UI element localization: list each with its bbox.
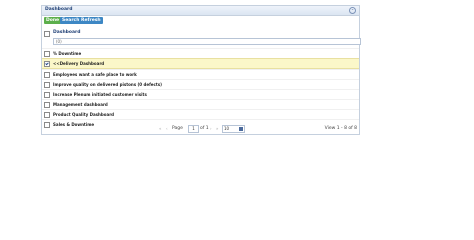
- record-count: View 1 - 8 of 8: [324, 126, 357, 131]
- table-row[interactable]: Employees want a safe place to work: [42, 69, 359, 79]
- done-button[interactable]: Done: [44, 17, 62, 24]
- page-input[interactable]: 1: [188, 125, 199, 133]
- table-row[interactable]: Product Quality Dashboard: [42, 109, 359, 119]
- row-checkbox[interactable]: [44, 82, 50, 88]
- panel-titlebar: Dashboard ⌃: [42, 6, 359, 16]
- last-page-icon[interactable]: »: [216, 126, 218, 131]
- table-row[interactable]: Improve quality on delivered pistons (0 …: [42, 79, 359, 89]
- rows-per-page-select[interactable]: 10: [222, 125, 245, 133]
- row-label: <<Delivery Dashboard: [53, 61, 105, 66]
- first-page-icon[interactable]: «: [159, 126, 161, 131]
- table-row[interactable]: <<Delivery Dashboard: [42, 58, 359, 69]
- row-label: Increase Plenum initiated customer visit…: [53, 92, 147, 97]
- row-checkbox[interactable]: [44, 112, 50, 118]
- row-label: % Downtime: [53, 51, 82, 56]
- filter-input[interactable]: (0): [53, 38, 361, 45]
- row-checkbox[interactable]: [44, 102, 50, 108]
- row-label: Improve quality on delivered pistons (0 …: [53, 82, 163, 87]
- dashboard-list: % Downtime <<Delivery Dashboard Employee…: [42, 48, 359, 129]
- row-checkbox[interactable]: [44, 61, 50, 67]
- dashboard-panel: Dashboard ⌃ Done Search Refresh Dashboar…: [41, 5, 361, 135]
- pager: « ‹ Page 1 of 1 › » 10 View 1 - 8 of 8: [41, 124, 360, 134]
- column-header: Dashboard (0): [42, 28, 361, 48]
- table-row[interactable]: % Downtime: [42, 48, 359, 58]
- row-label: Management dashboard: [53, 102, 108, 107]
- page-count-label: of 1: [200, 126, 209, 131]
- next-page-icon[interactable]: ›: [210, 126, 212, 131]
- column-header-label[interactable]: Dashboard: [53, 30, 80, 35]
- table-row[interactable]: Increase Plenum initiated customer visit…: [42, 89, 359, 99]
- page-label: Page: [172, 126, 183, 131]
- select-all-checkbox[interactable]: [44, 31, 50, 37]
- panel-title: Dashboard: [45, 7, 73, 12]
- collapse-icon[interactable]: ⌃: [349, 7, 356, 14]
- rows-per-page-value: 10: [224, 126, 230, 131]
- row-checkbox[interactable]: [44, 51, 50, 57]
- chevron-down-icon: [239, 127, 243, 131]
- row-checkbox[interactable]: [44, 72, 50, 78]
- table-row[interactable]: Management dashboard: [42, 99, 359, 109]
- toolbar: Done Search Refresh: [42, 16, 359, 26]
- refresh-button[interactable]: Refresh: [79, 17, 103, 24]
- row-label: Employees want a safe place to work: [53, 72, 137, 77]
- row-checkbox[interactable]: [44, 92, 50, 98]
- row-label: Product Quality Dashboard: [53, 112, 115, 117]
- prev-page-icon[interactable]: ‹: [166, 126, 168, 131]
